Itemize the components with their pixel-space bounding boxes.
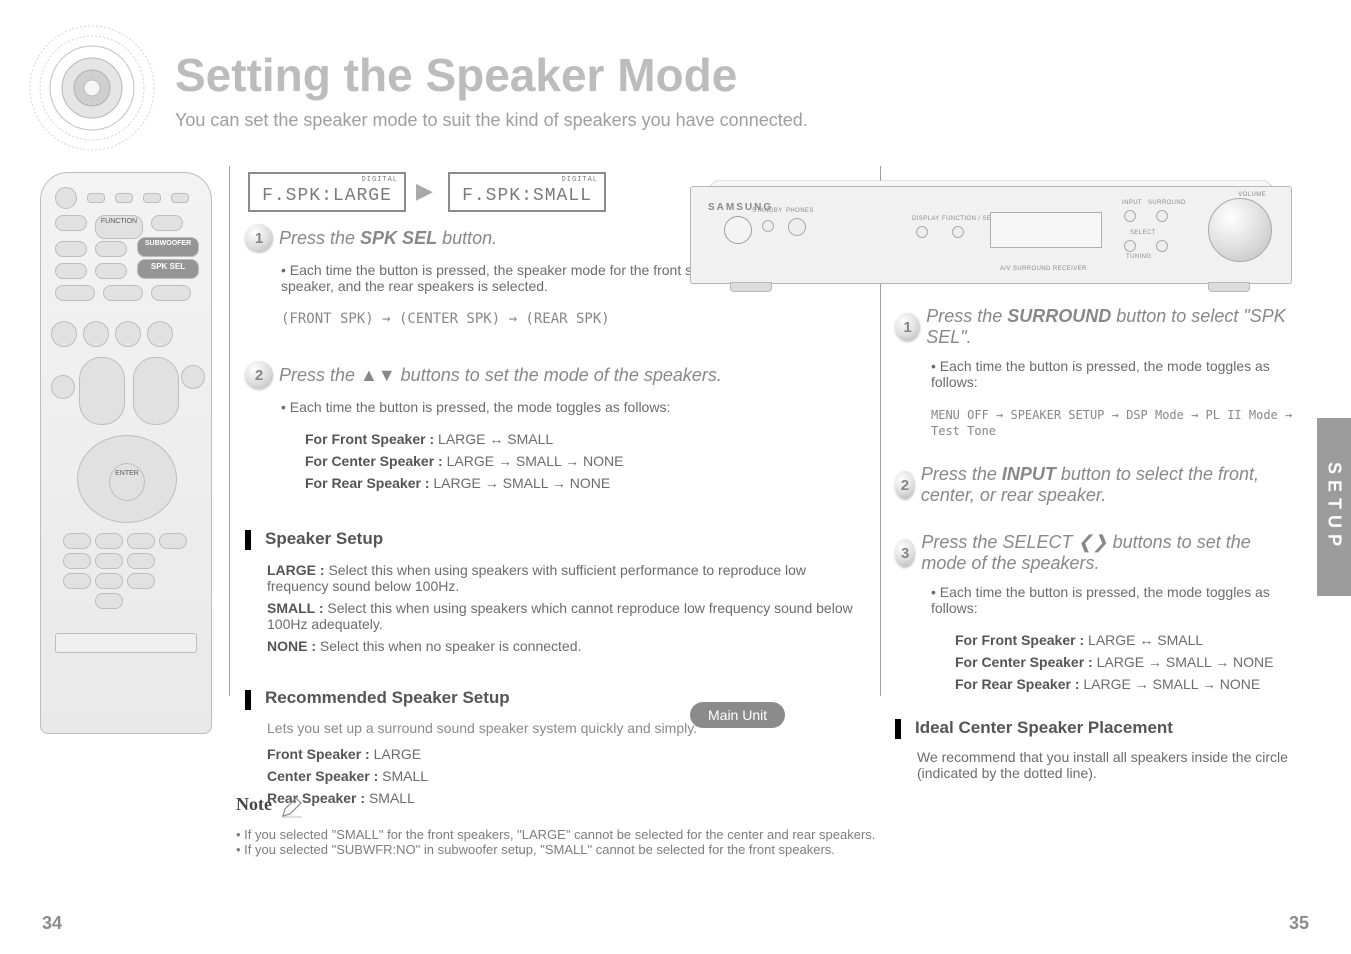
column-divider [229, 166, 230, 696]
spk-sel-button-highlight: SPK SEL [137, 259, 199, 279]
setup-edge-tab: SETUP [1317, 418, 1351, 596]
unit-step-3-detail: • Each time the button is pressed, the m… [931, 584, 1295, 692]
step-number-badge: 2 [245, 361, 273, 389]
remote-control-illustration: FUNCTION SUBWOOFER SPK SEL ENTER [40, 172, 212, 734]
page-title: Setting the Speaker Mode [175, 48, 737, 102]
unit-display-window [990, 212, 1102, 248]
power-button-icon [724, 216, 752, 244]
subwoofer-button-highlight: SUBWOOFER [137, 237, 199, 257]
unit-step-1-heading: 1 Press the SURROUND button to select "S… [895, 306, 1295, 348]
header-speaker-illustration [22, 18, 162, 158]
speaker-setup-heading: Speaker Setup [245, 529, 855, 550]
transition-arrow-icon: ▶ [416, 178, 433, 204]
main-unit-illustration: SAMSUNG A/V SURROUND RECEIVER STANDBY PH… [690, 168, 1290, 288]
ideal-placement-heading: Ideal Center Speaker Placement [895, 718, 1295, 739]
step-number-badge: 1 [245, 224, 273, 252]
step-number-badge: 3 [895, 539, 915, 567]
main-unit-tag: Main Unit [690, 702, 785, 728]
page-number-right: 35 [1289, 913, 1309, 934]
step-2-heading: 2 Press the ▲▼ buttons to set the mode o… [245, 361, 855, 389]
display-small: DIGITAL F.SPK:SMALL [448, 172, 606, 212]
note-block: Note • If you selected "SMALL" for the f… [236, 794, 1056, 857]
unit-step-3-heading: 3 Press the SELECT ❮❯ buttons to set the… [895, 532, 1295, 574]
pencil-icon [280, 795, 304, 819]
volume-knob-icon [1208, 198, 1272, 262]
step-number-badge: 1 [895, 313, 920, 341]
display-large: DIGITAL F.SPK:LARGE [248, 172, 406, 212]
step-2-detail: • Each time the button is pressed, the m… [281, 399, 855, 491]
page-subtitle: You can set the speaker mode to suit the… [175, 110, 815, 131]
step-number-badge: 2 [895, 471, 915, 499]
function-button-label: FUNCTION [95, 215, 143, 239]
unit-step-1-detail: • Each time the button is pressed, the m… [931, 358, 1295, 438]
unit-step-2-heading: 2 Press the INPUT button to select the f… [895, 464, 1295, 506]
page-number-left: 34 [42, 913, 62, 934]
